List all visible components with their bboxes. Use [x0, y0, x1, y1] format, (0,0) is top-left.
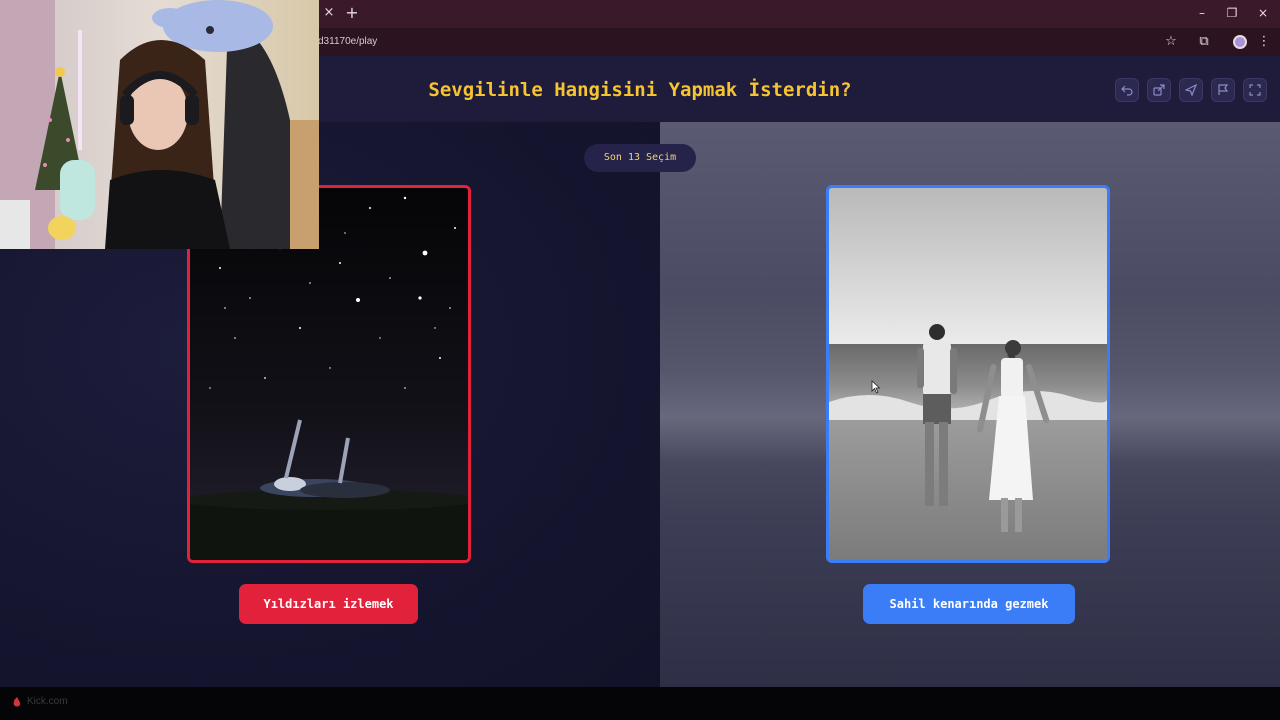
choice-button-right[interactable]: Sahil kenarında gezmek [863, 584, 1075, 624]
profile-avatar[interactable] [1233, 35, 1247, 49]
bookmark-star-icon[interactable]: ☆ [1163, 34, 1179, 50]
restore-icon[interactable]: ❐ [1222, 5, 1242, 21]
recent-choices-badge[interactable]: Son 13 Seçim [584, 144, 696, 172]
fullscreen-icon [1249, 84, 1261, 96]
couple-beach-walk-photo [829, 188, 1107, 560]
watermark-text: Kick.com [27, 696, 68, 707]
undo-button[interactable] [1115, 78, 1139, 102]
share-icon [1153, 84, 1165, 96]
webcam-overlay [0, 0, 319, 249]
close-window-icon[interactable]: × [1253, 5, 1273, 21]
url-field[interactable]: d31170e/play [318, 35, 377, 49]
streamer-webcam-feed [0, 0, 319, 249]
send-button[interactable] [1179, 78, 1203, 102]
extensions-icon[interactable]: ⧉ [1196, 34, 1212, 50]
option-card-right[interactable] [826, 185, 1110, 563]
choice-button-left[interactable]: Yıldızları izlemek [239, 584, 418, 624]
report-button[interactable] [1211, 78, 1235, 102]
undo-icon [1121, 85, 1133, 96]
fullscreen-button[interactable] [1243, 78, 1267, 102]
new-tab-icon[interactable]: + [345, 5, 359, 21]
send-icon [1185, 84, 1197, 96]
close-tab-icon[interactable]: × [322, 6, 336, 20]
kick-logo-icon [13, 697, 21, 707]
minimize-icon[interactable]: – [1192, 5, 1212, 21]
stream-bottom-bar [0, 687, 1280, 720]
browser-menu-icon[interactable]: ⋮ [1256, 34, 1272, 50]
share-button[interactable] [1147, 78, 1171, 102]
flag-icon [1218, 84, 1229, 95]
mouse-cursor-icon [871, 380, 881, 394]
page-title: Sevgilinle Hangisini Yapmak İsterdin? [428, 79, 852, 101]
